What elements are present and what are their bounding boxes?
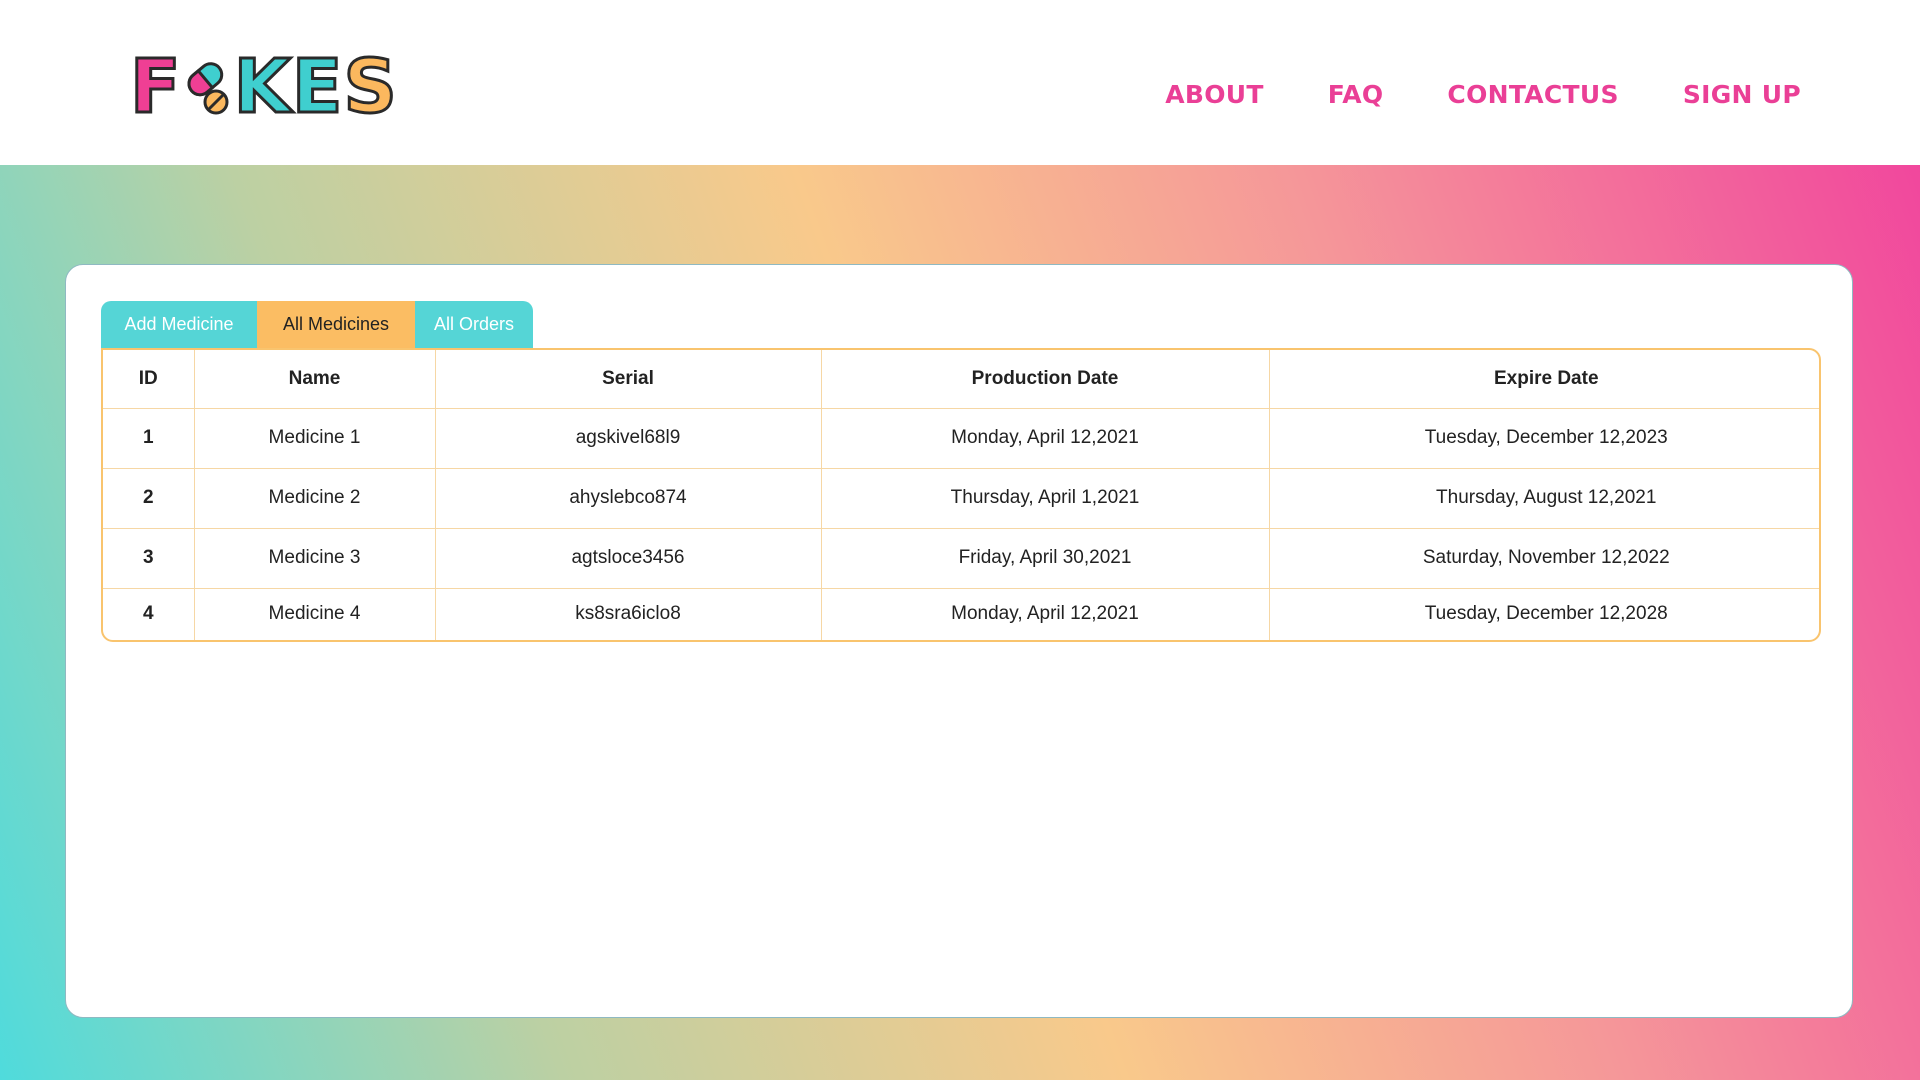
header-id: ID: [103, 350, 195, 409]
table-row: 1 Medicine 1 agskivel68l9 Monday, April …: [103, 407, 1819, 469]
cell-production-date: Monday, April 12,2021: [820, 587, 1270, 640]
cell-name: Medicine 3: [193, 527, 436, 589]
main-card: Add Medicine All Medicines All Orders ID…: [65, 264, 1853, 1018]
cell-id: 3: [103, 527, 195, 589]
nav-contactus-link[interactable]: CONTACTUS: [1447, 80, 1618, 109]
table-row: 2 Medicine 2 ahyslebco874 Thursday, Apri…: [103, 467, 1819, 529]
nav-faq-link[interactable]: FAQ: [1328, 80, 1384, 109]
table-row: 3 Medicine 3 agtsloce3456 Friday, April …: [103, 527, 1819, 589]
brand-logo[interactable]: F K E S: [129, 49, 399, 126]
header-name: Name: [193, 350, 436, 409]
medicines-table-container: ID Name Serial Production Date Expire Da…: [101, 348, 1821, 642]
cell-expire-date: Tuesday, December 12,2028: [1268, 587, 1819, 640]
nav-about-link[interactable]: ABOUT: [1165, 80, 1264, 109]
cell-expire-date: Tuesday, December 12,2023: [1268, 407, 1819, 469]
cell-id: 1: [103, 407, 195, 469]
cell-production-date: Friday, April 30,2021: [820, 527, 1270, 589]
pill-icon: [187, 62, 229, 115]
cell-production-date: Monday, April 12,2021: [820, 407, 1270, 469]
cell-expire-date: Saturday, November 12,2022: [1268, 527, 1819, 589]
top-nav: ABOUT FAQ CONTACTUS SIGN UP: [1165, 80, 1801, 109]
header-serial: Serial: [434, 350, 822, 409]
cell-id: 4: [103, 587, 195, 640]
cell-serial: ahyslebco874: [434, 467, 822, 529]
medicines-table: ID Name Serial Production Date Expire Da…: [103, 350, 1819, 640]
header-expire-date: Expire Date: [1268, 350, 1819, 409]
tab-all-orders[interactable]: All Orders: [415, 301, 533, 348]
tab-bar: Add Medicine All Medicines All Orders: [101, 301, 533, 348]
table-row: 4 Medicine 4 ks8sra6iclo8 Monday, April …: [103, 587, 1819, 640]
cell-name: Medicine 1: [193, 407, 436, 469]
header: F K E S ABOUT FAQ CONTACTUS SIGN UP: [0, 0, 1920, 165]
nav-signup-link[interactable]: SIGN UP: [1683, 80, 1801, 109]
tab-add-medicine[interactable]: Add Medicine: [101, 301, 257, 348]
cell-serial: agskivel68l9: [434, 407, 822, 469]
cell-serial: agtsloce3456: [434, 527, 822, 589]
cell-name: Medicine 4: [193, 587, 436, 640]
tab-all-medicines[interactable]: All Medicines: [257, 301, 415, 348]
cell-serial: ks8sra6iclo8: [434, 587, 822, 640]
table-header-row: ID Name Serial Production Date Expire Da…: [103, 350, 1819, 409]
cell-id: 2: [103, 467, 195, 529]
cell-production-date: Thursday, April 1,2021: [820, 467, 1270, 529]
cell-name: Medicine 2: [193, 467, 436, 529]
cell-expire-date: Thursday, August 12,2021: [1268, 467, 1819, 529]
header-production-date: Production Date: [820, 350, 1270, 409]
